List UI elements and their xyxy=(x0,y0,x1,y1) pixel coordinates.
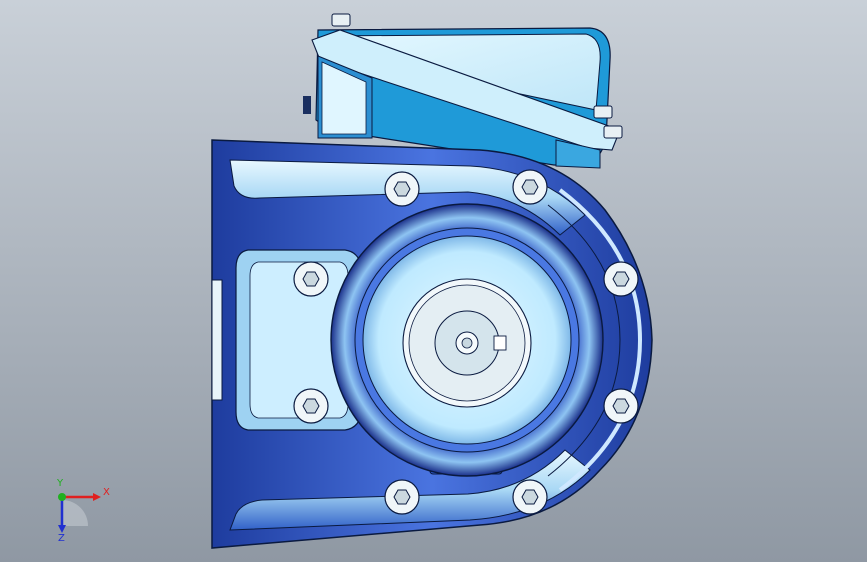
triad-x-arrowhead xyxy=(93,493,101,501)
shaft-center xyxy=(461,337,473,349)
triad-x-label: X xyxy=(103,487,110,498)
hex-bolt[interactable] xyxy=(512,479,548,515)
hex-bolt[interactable] xyxy=(293,261,329,297)
triad-y-label: Y xyxy=(57,478,64,489)
triad-z-arrowhead xyxy=(58,525,66,533)
cover-screw-top-left xyxy=(331,13,351,27)
hex-bolt[interactable] xyxy=(512,169,548,205)
coordinate-triad xyxy=(58,493,101,533)
shaft-keyway xyxy=(493,335,507,351)
cover-side-tab xyxy=(303,96,311,114)
hex-bolt[interactable] xyxy=(384,479,420,515)
graphics-viewport[interactable]: X Y Z xyxy=(0,0,867,562)
rotor-disc[interactable] xyxy=(402,278,532,408)
cad-model-view[interactable] xyxy=(0,0,867,562)
hex-bolt[interactable] xyxy=(293,388,329,424)
hex-bolt[interactable] xyxy=(603,261,639,297)
left-mount-slot xyxy=(211,279,223,401)
hex-bolt[interactable] xyxy=(384,171,420,207)
triad-z-label: Z xyxy=(58,533,65,544)
triad-y-axis xyxy=(58,493,66,501)
hex-bolt[interactable] xyxy=(603,388,639,424)
